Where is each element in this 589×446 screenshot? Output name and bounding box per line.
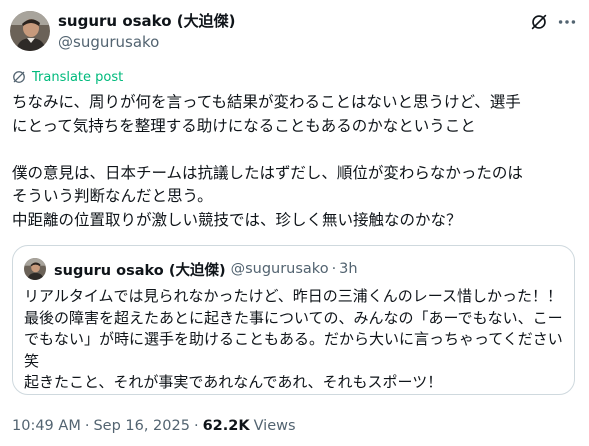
quoted-text-line: 最後の障害を超えたあとに起きた事についての、みんなの「あーでもない、こー [24, 308, 563, 327]
post-text-line: 僕の意見は、日本チームは抗議したはずだし、順位が変わらなかったのは [12, 163, 523, 182]
quoted-post-header: suguru osako (大迫傑) @sugurusako · 3h [54, 259, 358, 279]
author-avatar[interactable] [10, 11, 50, 51]
quoted-text-line: 起きたこと、それが事実であれなんであれ、それもスポーツ！ [24, 373, 443, 391]
post-text-line: そういう判断なんだと思う。 [12, 187, 213, 205]
post-text-line: 中距離の位置取りが激しい競技では、珍しく無い接触なのかな？ [12, 210, 462, 229]
more-icon[interactable] [556, 11, 578, 33]
views-count[interactable]: 62.2K [203, 418, 250, 434]
quoted-text-line: 笑 [24, 351, 40, 370]
quoted-text-line: リアルタイムでは見られなかったけど、昨日の三浦くんのレース惜しかった！！ [24, 287, 563, 305]
translate-post-label: Translate post [32, 69, 124, 85]
quoted-post-time[interactable]: 3h [339, 261, 357, 277]
post-text-blank-line [12, 138, 584, 162]
quoted-post[interactable]: suguru osako (大迫傑) @sugurusako · 3h リアルタ… [12, 245, 575, 395]
author-display-name[interactable]: suguru osako (大迫傑) [58, 11, 236, 31]
post: suguru osako (大迫傑) @sugurusako Translate… [0, 0, 589, 446]
quoted-author-handle: @sugurusako [230, 261, 329, 277]
post-meta: 10:49 AM · Sep 16, 2025 · 62.2K Views [12, 416, 296, 436]
meta-separator: · [193, 418, 199, 434]
post-date[interactable]: Sep 16, 2025 [93, 418, 190, 434]
quoted-author-display-name: suguru osako (大迫傑) [54, 262, 226, 279]
quoted-author-avatar [24, 258, 46, 280]
post-text-line: にとって気持ちを整理する助けになることもあるのかなということ [12, 116, 476, 135]
post-text-line: ちなみに、周りが何を言っても結果が変わることはないと思うけど、選手 [12, 93, 521, 111]
post-time[interactable]: 10:49 AM [12, 418, 81, 434]
post-text: ちなみに、周りが何を言っても結果が変わることはないと思うけど、選手 にとって気持… [12, 91, 584, 232]
views-label[interactable]: Views [254, 418, 296, 434]
quoted-post-text: リアルタイムでは見られなかったけど、昨日の三浦くんのレース惜しかった！！ 最後の… [24, 286, 569, 394]
quoted-separator: · [331, 261, 337, 277]
author-handle[interactable]: @sugurusako [58, 32, 159, 52]
quoted-text-line: でもない」が時に選手を助けることもある。だから大いに言っちゃってください [24, 330, 563, 348]
translate-icon [13, 71, 25, 83]
grok-icon[interactable] [528, 11, 550, 33]
meta-separator: · [84, 418, 90, 434]
translate-post-link[interactable]: Translate post [12, 68, 123, 86]
